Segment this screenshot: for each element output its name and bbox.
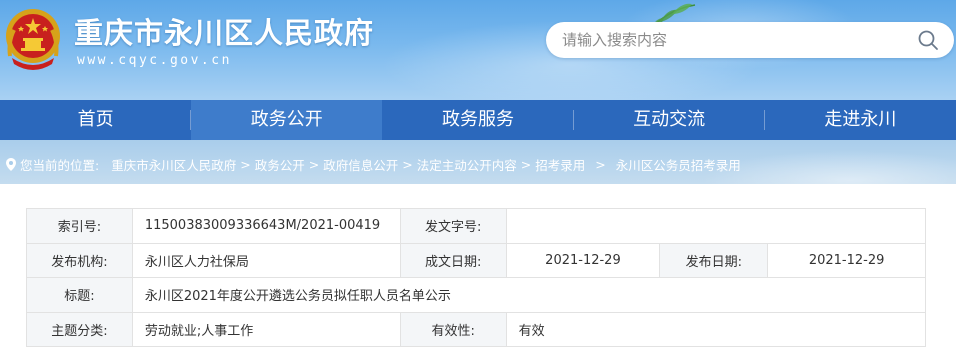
- breadcrumb-prefix: 您当前的位置:: [20, 158, 100, 173]
- breadcrumb: 您当前的位置: 重庆市永川区人民政府 > 政务公开 > 政府信息公开 > 法定主…: [6, 155, 741, 174]
- nav-item-interaction[interactable]: 互动交流: [574, 100, 765, 140]
- doc-number-label: 发文字号:: [399, 208, 507, 244]
- breadcrumb-separator: >: [595, 157, 606, 172]
- index-label: 索引号:: [26, 208, 133, 244]
- breadcrumb-link[interactable]: 重庆市永川区人民政府: [111, 155, 236, 174]
- index-value: 11500383009336643M/2021-00419: [131, 208, 401, 244]
- main-nav: 首页 政务公开 政务服务 互动交流 走进永川: [0, 100, 956, 140]
- created-date-value: 2021-12-29: [505, 242, 661, 278]
- nav-item-about-yongchuan[interactable]: 走进永川: [765, 100, 956, 140]
- title-value: 永川区2021年度公开遴选公务员拟任职人员名单公示: [131, 277, 927, 313]
- nav-item-home[interactable]: 首页: [0, 100, 192, 140]
- nav-item-government-services[interactable]: 政务服务: [382, 100, 574, 140]
- nav-item-label: 首页: [77, 109, 114, 130]
- breadcrumb-link[interactable]: 法定主动公开内容: [417, 155, 517, 174]
- breadcrumb-separator: >: [520, 157, 532, 172]
- table-row: 主题分类: 劳动就业;人事工作 有效性: 有效: [26, 311, 927, 347]
- search-box: [546, 22, 954, 58]
- national-emblem-icon: [6, 9, 60, 70]
- nav-item-government-affairs[interactable]: 政务公开: [191, 100, 383, 140]
- nav-item-label: 政务公开: [250, 109, 323, 130]
- search-icon[interactable]: [916, 28, 940, 52]
- doc-number-value: [505, 208, 927, 244]
- breadcrumb-link[interactable]: 政务公开: [255, 155, 305, 174]
- breadcrumb-current[interactable]: 永川区公务员招考录用: [616, 155, 741, 174]
- search-input[interactable]: [562, 28, 902, 52]
- site-url: www.cqyc.gov.cn: [77, 53, 232, 68]
- breadcrumb-link[interactable]: 招考录用: [535, 155, 585, 174]
- publisher-value: 永川区人力社保局: [131, 242, 401, 278]
- breadcrumb-separator: >: [240, 157, 251, 172]
- location-pin-icon: [6, 158, 16, 171]
- breadcrumb-link[interactable]: 政府信息公开: [323, 155, 398, 174]
- created-date-label: 成文日期:: [399, 242, 507, 278]
- nav-item-label: 互动交流: [633, 109, 706, 130]
- breadcrumb-separator: >: [402, 157, 413, 172]
- published-date-value: 2021-12-29: [767, 242, 926, 278]
- table-row: 标题: 永川区2021年度公开遴选公务员拟任职人员名单公示: [26, 277, 927, 313]
- validity-label: 有效性:: [399, 311, 507, 347]
- nav-item-label: 走进永川: [824, 109, 897, 130]
- breadcrumb-separator: >: [308, 157, 320, 172]
- publisher-label: 发布机构:: [26, 242, 133, 278]
- title-label: 标题:: [26, 277, 133, 313]
- table-row: 索引号: 11500383009336643M/2021-00419 发文字号:: [26, 208, 927, 244]
- nav-item-label: 政务服务: [441, 109, 514, 130]
- topic-label: 主题分类:: [26, 311, 133, 347]
- table-row: 发布机构: 永川区人力社保局 成文日期: 2021-12-29 发布日期: 20…: [26, 242, 926, 278]
- document-info-table: 索引号: 11500383009336643M/2021-00419 发文字号:…: [26, 208, 927, 347]
- topic-value: 劳动就业;人事工作: [131, 311, 401, 347]
- site-title: 重庆市永川区人民政府: [74, 16, 375, 50]
- published-date-label: 发布日期:: [659, 242, 769, 278]
- breadcrumb-bar: 您当前的位置: 重庆市永川区人民政府 > 政务公开 > 政府信息公开 > 法定主…: [0, 140, 956, 184]
- site-header: 重庆市永川区人民政府 www.cqyc.gov.cn: [0, 0, 956, 100]
- validity-value: 有效: [505, 311, 927, 347]
